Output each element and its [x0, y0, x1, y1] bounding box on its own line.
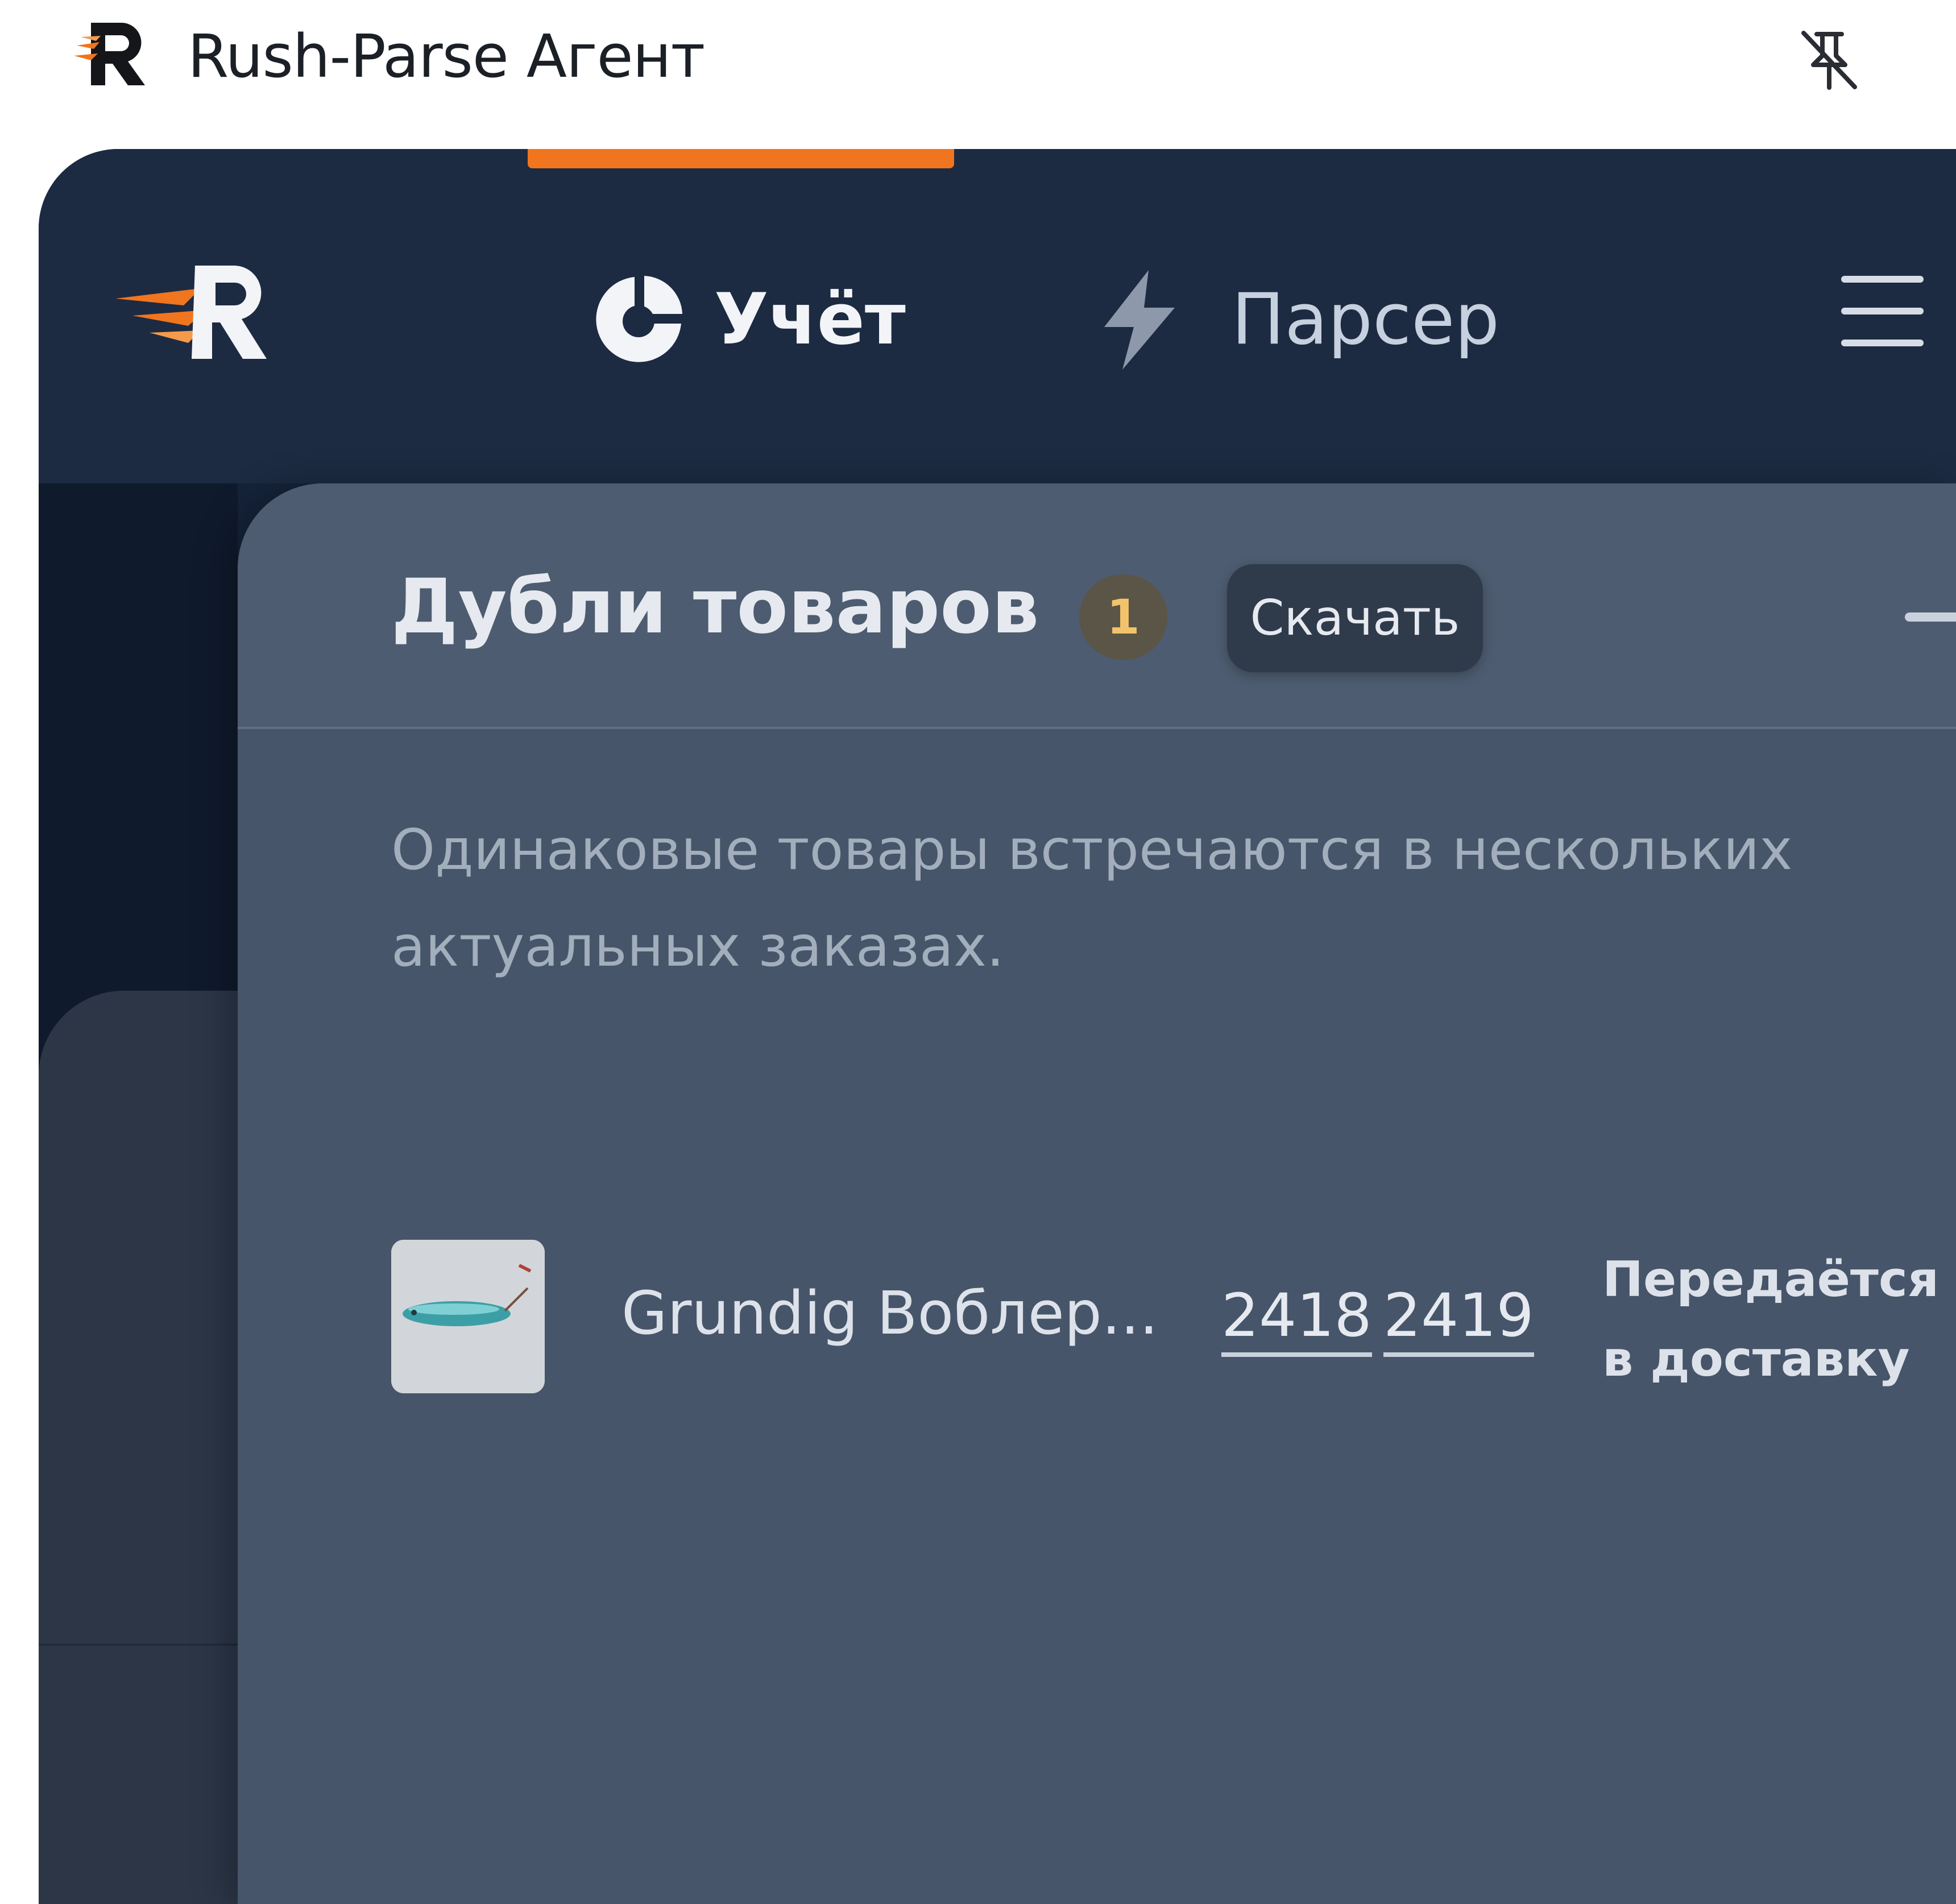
product-name: Grundig Воблер...: [621, 1278, 1158, 1348]
window-title: Rush-Parse Агент: [188, 22, 705, 91]
count-badge: 1: [1079, 574, 1167, 660]
active-tab-indicator: [528, 149, 954, 168]
download-button[interactable]: Скачать: [1227, 564, 1483, 672]
order-link[interactable]: 2418: [1221, 1278, 1372, 1357]
fishing-lure-image[interactable]: [391, 1240, 545, 1393]
window-titlebar: Rush-Parse Агент: [0, 0, 1956, 149]
panel-description: Одинаковые товары встречаются в нескольк…: [391, 818, 1793, 979]
duplicates-panel: Дубли товаров 1 Скачать Одинаковые товар…: [238, 483, 1956, 1904]
panel-title: Дубли товаров: [391, 563, 1039, 651]
app-header: Учёт Парсер: [39, 149, 1956, 483]
app-window: Учёт Парсер Дубли товаров 1 Скачать Один…: [39, 149, 1956, 1904]
arrow-right-icon[interactable]: [1904, 583, 1956, 651]
rush-parse-logo-icon[interactable]: [110, 254, 297, 368]
nav-item-accounting[interactable]: Учёт: [590, 268, 906, 371]
status-text: Передаётся в доставку: [1602, 1251, 1940, 1388]
lightning-icon: [1104, 270, 1175, 370]
rush-parse-logo-icon: [74, 23, 145, 85]
order-link[interactable]: 2419: [1383, 1278, 1534, 1357]
nav-item-parser[interactable]: Парсер: [1096, 268, 1499, 371]
nav-item-label: Парсер: [1232, 279, 1500, 361]
pin-off-icon[interactable]: [1791, 22, 1865, 96]
list-item: Grundig Воблер... 2418 2419 Передаётся в…: [391, 1240, 1956, 1410]
nav-item-label: Учёт: [714, 279, 906, 361]
pie-chart-icon: [596, 276, 682, 362]
hamburger-menu-icon[interactable]: [1841, 271, 1924, 351]
panel-header: Дубли товаров 1 Скачать: [238, 483, 1956, 729]
